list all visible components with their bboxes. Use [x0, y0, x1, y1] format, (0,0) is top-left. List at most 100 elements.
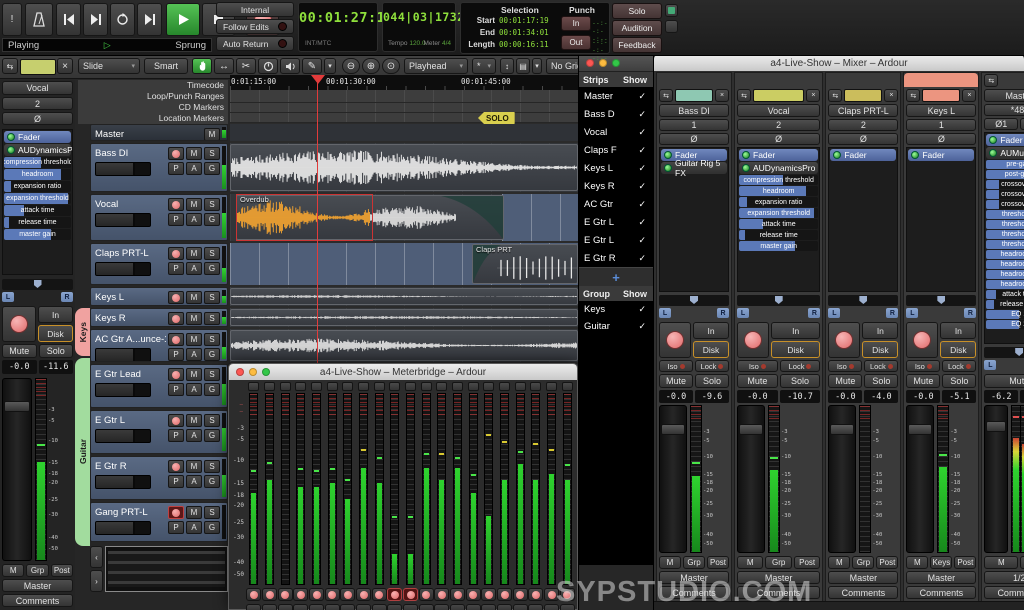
audio-region[interactable] — [230, 330, 578, 361]
solo-lock-button[interactable]: Lock — [864, 360, 898, 372]
gain-left-display[interactable]: -6.2 — [984, 390, 1018, 403]
monitor-disk-button[interactable]: Disk — [940, 341, 976, 358]
pan-right-button[interactable]: R — [717, 308, 729, 318]
solo-lock-button[interactable]: Lock — [780, 360, 821, 372]
processor-active-led[interactable] — [742, 164, 750, 172]
view-dropdown-caret[interactable]: ▾ — [532, 58, 542, 74]
track-header-keys-l[interactable]: Keys LMS — [90, 287, 228, 306]
gain-display[interactable]: -0.0 — [906, 390, 940, 403]
monitor-disk-button[interactable]: Disk — [693, 341, 729, 358]
track-gain-fader[interactable] — [95, 429, 151, 443]
track-mute-button[interactable]: M — [186, 147, 202, 160]
strip-mute-button[interactable]: Mute — [828, 374, 862, 388]
plugin-control-master-gain[interactable]: master gain — [739, 241, 818, 251]
channel-record-button[interactable] — [497, 588, 512, 601]
phase-left-button[interactable]: Ø1 — [984, 118, 1018, 130]
channel-record-button[interactable] — [278, 588, 293, 601]
channel-name-button[interactable] — [515, 382, 526, 391]
strip-phase-button[interactable]: Ø — [659, 133, 729, 145]
visible-check-icon[interactable]: ✓ — [638, 91, 646, 102]
channel-mute-button[interactable] — [513, 604, 528, 610]
plugin-processor-guitar-rig-5-fx[interactable]: Guitar Rig 5 FX — [661, 162, 727, 174]
strip-list-item-bass-d[interactable]: Bass D✓ — [579, 105, 653, 123]
channel-mute-button[interactable] — [387, 604, 402, 610]
draw-tool-button[interactable]: ✎ — [302, 58, 322, 74]
pan-handle[interactable] — [859, 296, 867, 304]
strip-input-button[interactable]: 2 — [737, 119, 820, 131]
visible-check-icon[interactable]: ✓ — [638, 217, 646, 228]
track-group-button[interactable]: G — [204, 348, 220, 361]
zoom-window-button[interactable] — [612, 59, 620, 67]
canvas-lane-claps-prt-l[interactable]: Claps PRT — [230, 243, 578, 285]
track-group-button[interactable]: G — [204, 521, 220, 534]
visible-check-icon[interactable]: ✓ — [638, 199, 646, 210]
pan-slider[interactable] — [984, 347, 1024, 358]
plugin-processor-aumultiband[interactable]: AUMultiband — [986, 147, 1024, 159]
output-button[interactable]: Master — [906, 571, 976, 584]
audition-button[interactable]: Audition — [612, 20, 662, 36]
pan-slider[interactable] — [659, 295, 729, 306]
channel-record-button[interactable] — [325, 588, 340, 601]
visible-check-icon[interactable]: ✓ — [638, 109, 646, 120]
comments-button[interactable]: Comments — [2, 594, 73, 607]
track-group-button[interactable]: G — [204, 262, 220, 275]
channel-mute-button[interactable] — [497, 604, 512, 610]
group-button[interactable]: Keys — [930, 556, 952, 569]
selected-region-outline[interactable]: Overdub — [236, 194, 373, 241]
strip-solo-button[interactable]: Solo — [864, 374, 898, 388]
channel-mute-button[interactable] — [419, 604, 434, 610]
processor-box[interactable]: FaderAUDynamicsProcompression thresholdh… — [2, 129, 73, 275]
plugin-control-crossover-3[interactable]: crossover 3 — [986, 200, 1024, 209]
track-record-button[interactable] — [168, 198, 184, 211]
plugin-control-threshold-4[interactable]: threshold 4 — [986, 240, 1024, 249]
track-solo-button[interactable]: S — [204, 460, 220, 473]
tool-dropdown-caret[interactable]: ▾ — [324, 58, 336, 74]
channel-fader[interactable] — [828, 405, 856, 553]
track-playlist-button[interactable]: P — [168, 262, 184, 275]
canvas-lane-bass-di[interactable] — [230, 143, 578, 192]
canvas-lane-master[interactable] — [230, 124, 578, 141]
plugin-control-expansion-threshold[interactable]: expansion threshold — [4, 193, 71, 204]
channel-name-button[interactable] — [295, 382, 306, 391]
track-header-master[interactable]: MasterM — [90, 124, 228, 141]
strip-name-button[interactable]: Keys L — [906, 104, 976, 117]
pan-handle[interactable] — [937, 296, 945, 304]
channel-name-button[interactable] — [530, 382, 541, 391]
timecode-ruler[interactable]: 0:01:15:00 00:01:30:00 00:01:45:00 — [230, 75, 578, 91]
track-header-ac-gtr-a-unce-1[interactable]: AC Gtr A...unce-1MSPAG — [90, 329, 228, 362]
track-group-button[interactable]: G — [204, 213, 220, 226]
track-name[interactable]: AC Gtr A...unce-1 — [95, 334, 166, 345]
strip-list-item-e-gtr-l[interactable]: E Gtr L✓ — [579, 213, 653, 231]
plugin-control-pre-gain[interactable]: pre-gain — [986, 160, 1024, 169]
track-gain-fader[interactable] — [95, 348, 151, 362]
fader-handle[interactable] — [4, 401, 30, 412]
primary-clock[interactable]: 00:01:27:13 INT/MTC — [298, 2, 378, 52]
channel-name-button[interactable] — [483, 382, 494, 391]
canvas-lane-vocal[interactable]: Overdub — [230, 194, 578, 241]
channel-name-button[interactable] — [280, 382, 291, 391]
aux-indicator-button[interactable] — [665, 20, 678, 33]
channel-name-button[interactable] — [499, 382, 510, 391]
strip-list-item-vocal[interactable]: Vocal✓ — [579, 123, 653, 141]
zoom-window-button[interactable] — [262, 368, 270, 376]
pan-slider[interactable] — [2, 279, 73, 290]
channel-name-button[interactable] — [311, 382, 322, 391]
output-button[interactable]: Master — [2, 579, 73, 592]
channel-record-button[interactable] — [309, 588, 324, 601]
strip-color-chip[interactable] — [753, 89, 804, 102]
go-to-end-button[interactable] — [83, 3, 108, 36]
track-mute-button[interactable]: M — [186, 506, 202, 519]
strip-phase-button[interactable]: Ø — [2, 112, 73, 125]
channel-name-button[interactable] — [436, 382, 447, 391]
solo-isolate-button[interactable]: Iso — [737, 360, 778, 372]
strip-color-chip[interactable] — [675, 89, 713, 102]
peak-display[interactable]: -5.1 — [942, 390, 976, 403]
plugin-control-headroom-4[interactable]: headroom 4 — [986, 280, 1024, 289]
channel-mute-button[interactable] — [309, 604, 324, 610]
solo-lock-button[interactable]: Lock — [942, 360, 976, 372]
track-solo-button[interactable]: S — [204, 291, 220, 304]
channel-name-button[interactable] — [468, 382, 479, 391]
track-group-button[interactable]: G — [204, 429, 220, 442]
track-solo-button[interactable]: S — [204, 414, 220, 427]
plugin-control-headroom[interactable]: headroom — [739, 186, 818, 196]
